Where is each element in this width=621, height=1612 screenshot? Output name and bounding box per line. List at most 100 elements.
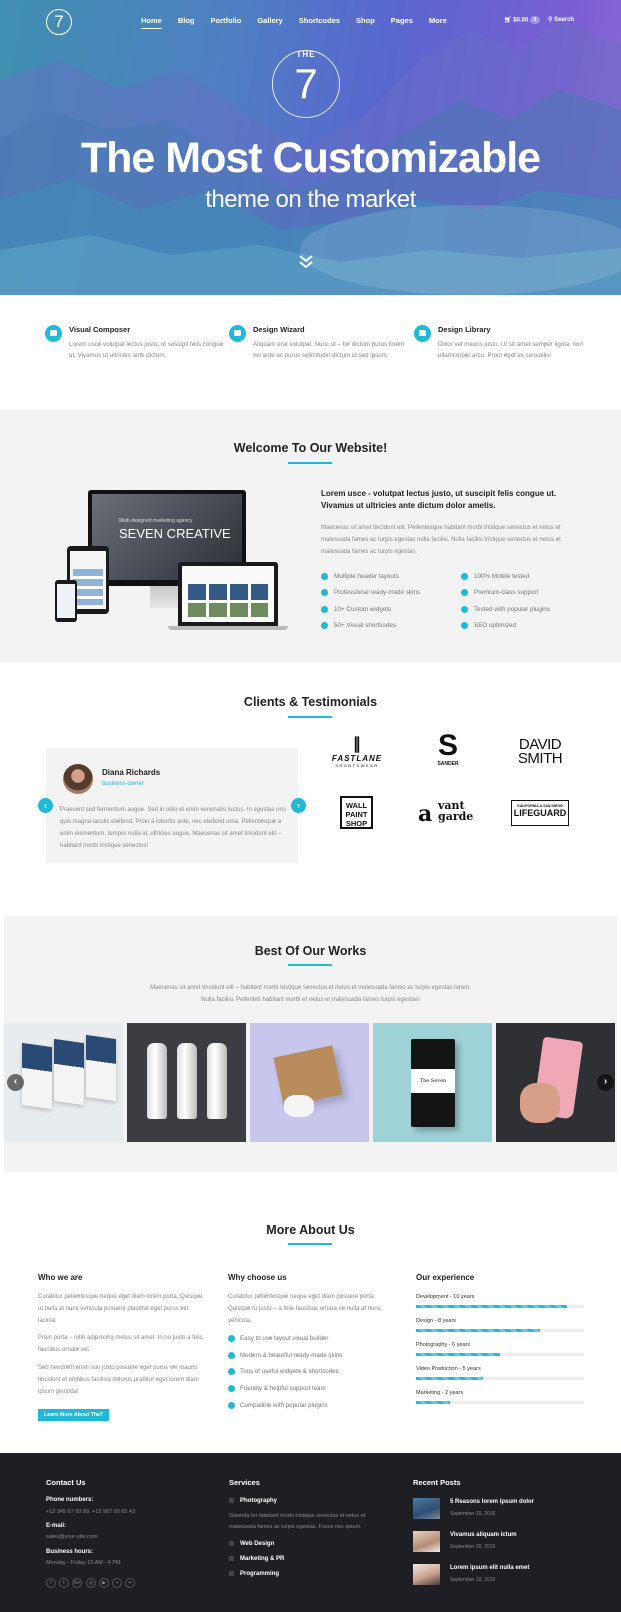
service-item[interactable]: Marketing & PR xyxy=(229,1556,284,1562)
about-title: More About Us xyxy=(266,1223,355,1237)
google-plus-icon[interactable]: G+ xyxy=(72,1578,82,1588)
service-item[interactable]: Web Design xyxy=(229,1541,274,1547)
skill-bar-track xyxy=(416,1305,584,1308)
twitter-icon[interactable]: t xyxy=(59,1578,69,1588)
why-list-label: Compatible with popular plugins xyxy=(240,1402,328,1410)
next-testimonial-button[interactable]: › xyxy=(291,798,306,813)
post-title[interactable]: 5 Reasons lorem ipsum dolor xyxy=(450,1499,534,1505)
phone-label: Phone numbers: xyxy=(46,1497,94,1503)
app-screen-3 xyxy=(86,1034,116,1102)
why-choose-us-heading: Why choose us xyxy=(228,1273,287,1282)
client-logo-fastlane: ∥ FASTLANE SPORTSWEAR xyxy=(325,734,389,768)
facebook-icon[interactable]: f xyxy=(46,1578,56,1588)
hours-label: Business hours: xyxy=(46,1549,94,1555)
clients-title: Clients & Testimonials xyxy=(243,695,378,709)
rss-icon[interactable]: ⌁ xyxy=(112,1578,122,1588)
nav-item-portfolio[interactable]: Portfolio xyxy=(211,16,242,29)
portfolio-item-bottles[interactable] xyxy=(127,1023,246,1142)
list-item: 10+ Custom widgets xyxy=(321,606,391,613)
works-next-button[interactable]: › xyxy=(597,1074,614,1091)
chevron-right-icon: › xyxy=(297,800,300,810)
sander-text: SANDER xyxy=(437,761,459,767)
feature-title: Design Wizard xyxy=(253,325,305,334)
post-title[interactable]: Lorem ipsum elit nulla emet xyxy=(450,1565,529,1571)
flickr-icon[interactable]: •• xyxy=(125,1578,135,1588)
prev-testimonial-button[interactable]: ‹ xyxy=(38,798,53,813)
list-item: Tested with popular plugins xyxy=(461,606,550,613)
who-paragraph-1: Curabitur pellentesque neque eget diam l… xyxy=(38,1294,203,1324)
list-item-label: 50+ Visual shortcodes xyxy=(334,622,397,630)
list-item-label: Tested with popular plugins xyxy=(474,606,550,614)
why-list-item: Compatible with popular plugins xyxy=(228,1402,328,1409)
scroll-down-icon[interactable] xyxy=(299,254,313,270)
post-title[interactable]: Vivamus aliquam ictum xyxy=(450,1532,517,1538)
nav-item-more[interactable]: More xyxy=(429,16,447,29)
why-list-label: Easy to use layout visual builder xyxy=(240,1335,329,1343)
cart-total: $0.00 xyxy=(513,17,529,24)
contact-heading: Contact Us xyxy=(46,1478,86,1487)
post-thumbnail[interactable] xyxy=(413,1498,440,1519)
hand xyxy=(520,1083,560,1123)
bullet-icon xyxy=(229,1541,234,1546)
chevron-left-icon: ‹ xyxy=(13,1076,18,1087)
service-item[interactable]: Programming xyxy=(229,1571,279,1577)
testimonial-text: Praesent sed fermentum augue. Sed in odi… xyxy=(60,807,286,849)
feature-text: Dolor vel mauris justo. Ut sit amet semp… xyxy=(438,341,583,359)
who-we-are-heading: Who we are xyxy=(38,1273,83,1282)
youtube-icon[interactable]: ▶ xyxy=(99,1578,109,1588)
vantgarde-mark: a xyxy=(418,801,433,827)
post-thumbnail[interactable] xyxy=(413,1531,440,1552)
learn-more-button[interactable]: Learn More About The7 xyxy=(38,1409,109,1421)
feature-text: Aliquam erat volutpat. Nunc ut – for dic… xyxy=(253,341,405,359)
laptop-row-1 xyxy=(188,584,268,600)
service-item[interactable]: Photography xyxy=(229,1498,277,1504)
chevron-left-icon: ‹ xyxy=(44,800,47,810)
list-item: SEO optimized xyxy=(461,622,516,629)
skill-bar-track xyxy=(416,1353,584,1356)
site-logo[interactable]: 7 xyxy=(46,9,72,35)
recent-posts-heading: Recent Posts xyxy=(413,1478,461,1487)
list-item: 100% Mobile tested xyxy=(461,573,529,580)
title-underline xyxy=(288,1243,332,1245)
post-date: September 20, 2016 xyxy=(450,1544,496,1550)
works-prev-button[interactable]: ‹ xyxy=(7,1074,24,1091)
list-item-label: 100% Mobile tested xyxy=(474,573,530,581)
notebook: The Seven xyxy=(411,1039,455,1127)
portfolio-item-notebook[interactable]: The Seven xyxy=(373,1023,492,1142)
email-link[interactable]: sales@your-site.com xyxy=(46,1534,97,1540)
dribbble-icon[interactable]: ◎ xyxy=(86,1578,96,1588)
check-icon xyxy=(461,606,468,613)
why-text: Curabitur pellentesque neque eget diam p… xyxy=(228,1294,381,1324)
app-screen-2 xyxy=(54,1038,84,1106)
check-icon xyxy=(321,573,328,580)
nav-item-blog[interactable]: Blog xyxy=(178,16,195,29)
list-item-label: SEO optimized xyxy=(474,622,516,630)
wps-line-1: WALL xyxy=(345,801,368,810)
logo-text: 7 xyxy=(54,12,64,31)
cart-button[interactable]: 🛒︎ $0.00 0 xyxy=(504,16,540,24)
cart-count-badge: 0 xyxy=(529,16,540,24)
nav-item-shop[interactable]: Shop xyxy=(356,16,375,29)
welcome-section: Welcome To Our Website! Multi-designed m… xyxy=(0,410,621,662)
main-nav: Home Blog Portfolio Gallery Shortcodes S… xyxy=(141,16,463,29)
tablet-content xyxy=(73,569,103,605)
post-thumbnail[interactable] xyxy=(413,1564,440,1585)
nav-item-shortcodes[interactable]: Shortcodes xyxy=(299,16,340,29)
testimonial-name: Diana Richards xyxy=(102,768,161,777)
nav-item-pages[interactable]: Pages xyxy=(391,16,413,29)
avatar xyxy=(63,764,93,794)
list-item: Professional ready-made skins xyxy=(321,589,420,596)
nav-item-home[interactable]: Home xyxy=(141,16,162,29)
footer: Contact Us Phone numbers: +12 345 67 00 … xyxy=(0,1453,621,1612)
nav-item-gallery[interactable]: Gallery xyxy=(257,16,282,29)
who-paragraph-3: Sed hendrerit enim non justo posuere ege… xyxy=(38,1365,199,1395)
notebook-label: The Seven xyxy=(411,1069,455,1093)
search-button[interactable]: ⚲ Search xyxy=(548,16,574,23)
fastlane-text: FASTLANE xyxy=(331,754,383,763)
portfolio-item-box[interactable] xyxy=(250,1023,369,1142)
hero-section: 7 Home Blog Portfolio Gallery Shortcodes… xyxy=(0,0,621,295)
title-underline xyxy=(288,964,332,966)
hours-value: Monday - Friday 10 AM - 6 PM xyxy=(46,1560,121,1566)
list-item-label: 10+ Custom widgets xyxy=(334,606,392,614)
welcome-title: Welcome To Our Website! xyxy=(233,441,388,455)
